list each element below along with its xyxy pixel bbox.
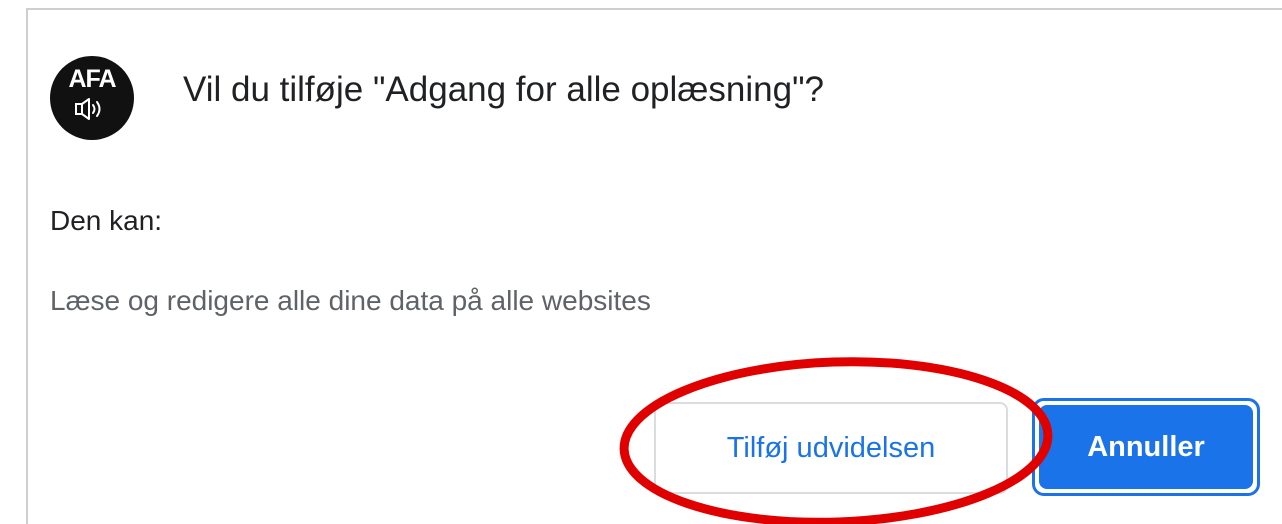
afa-logo-icon: AFA — [50, 56, 134, 140]
permission-item: Læse og redigere alle dine data på alle … — [50, 285, 651, 316]
permissions-heading: Den kan: — [50, 205, 163, 236]
add-extension-button[interactable]: Tilføj udvidelsen — [654, 402, 1008, 494]
dialog-title: Vil du tilføje "Adgang for alle oplæsnin… — [183, 70, 824, 109]
cancel-button-focus-ring: Annuller — [1032, 398, 1260, 496]
speaker-icon — [75, 98, 101, 120]
afa-logo-text: AFA — [68, 65, 117, 93]
cancel-button[interactable]: Annuller — [1039, 405, 1253, 489]
